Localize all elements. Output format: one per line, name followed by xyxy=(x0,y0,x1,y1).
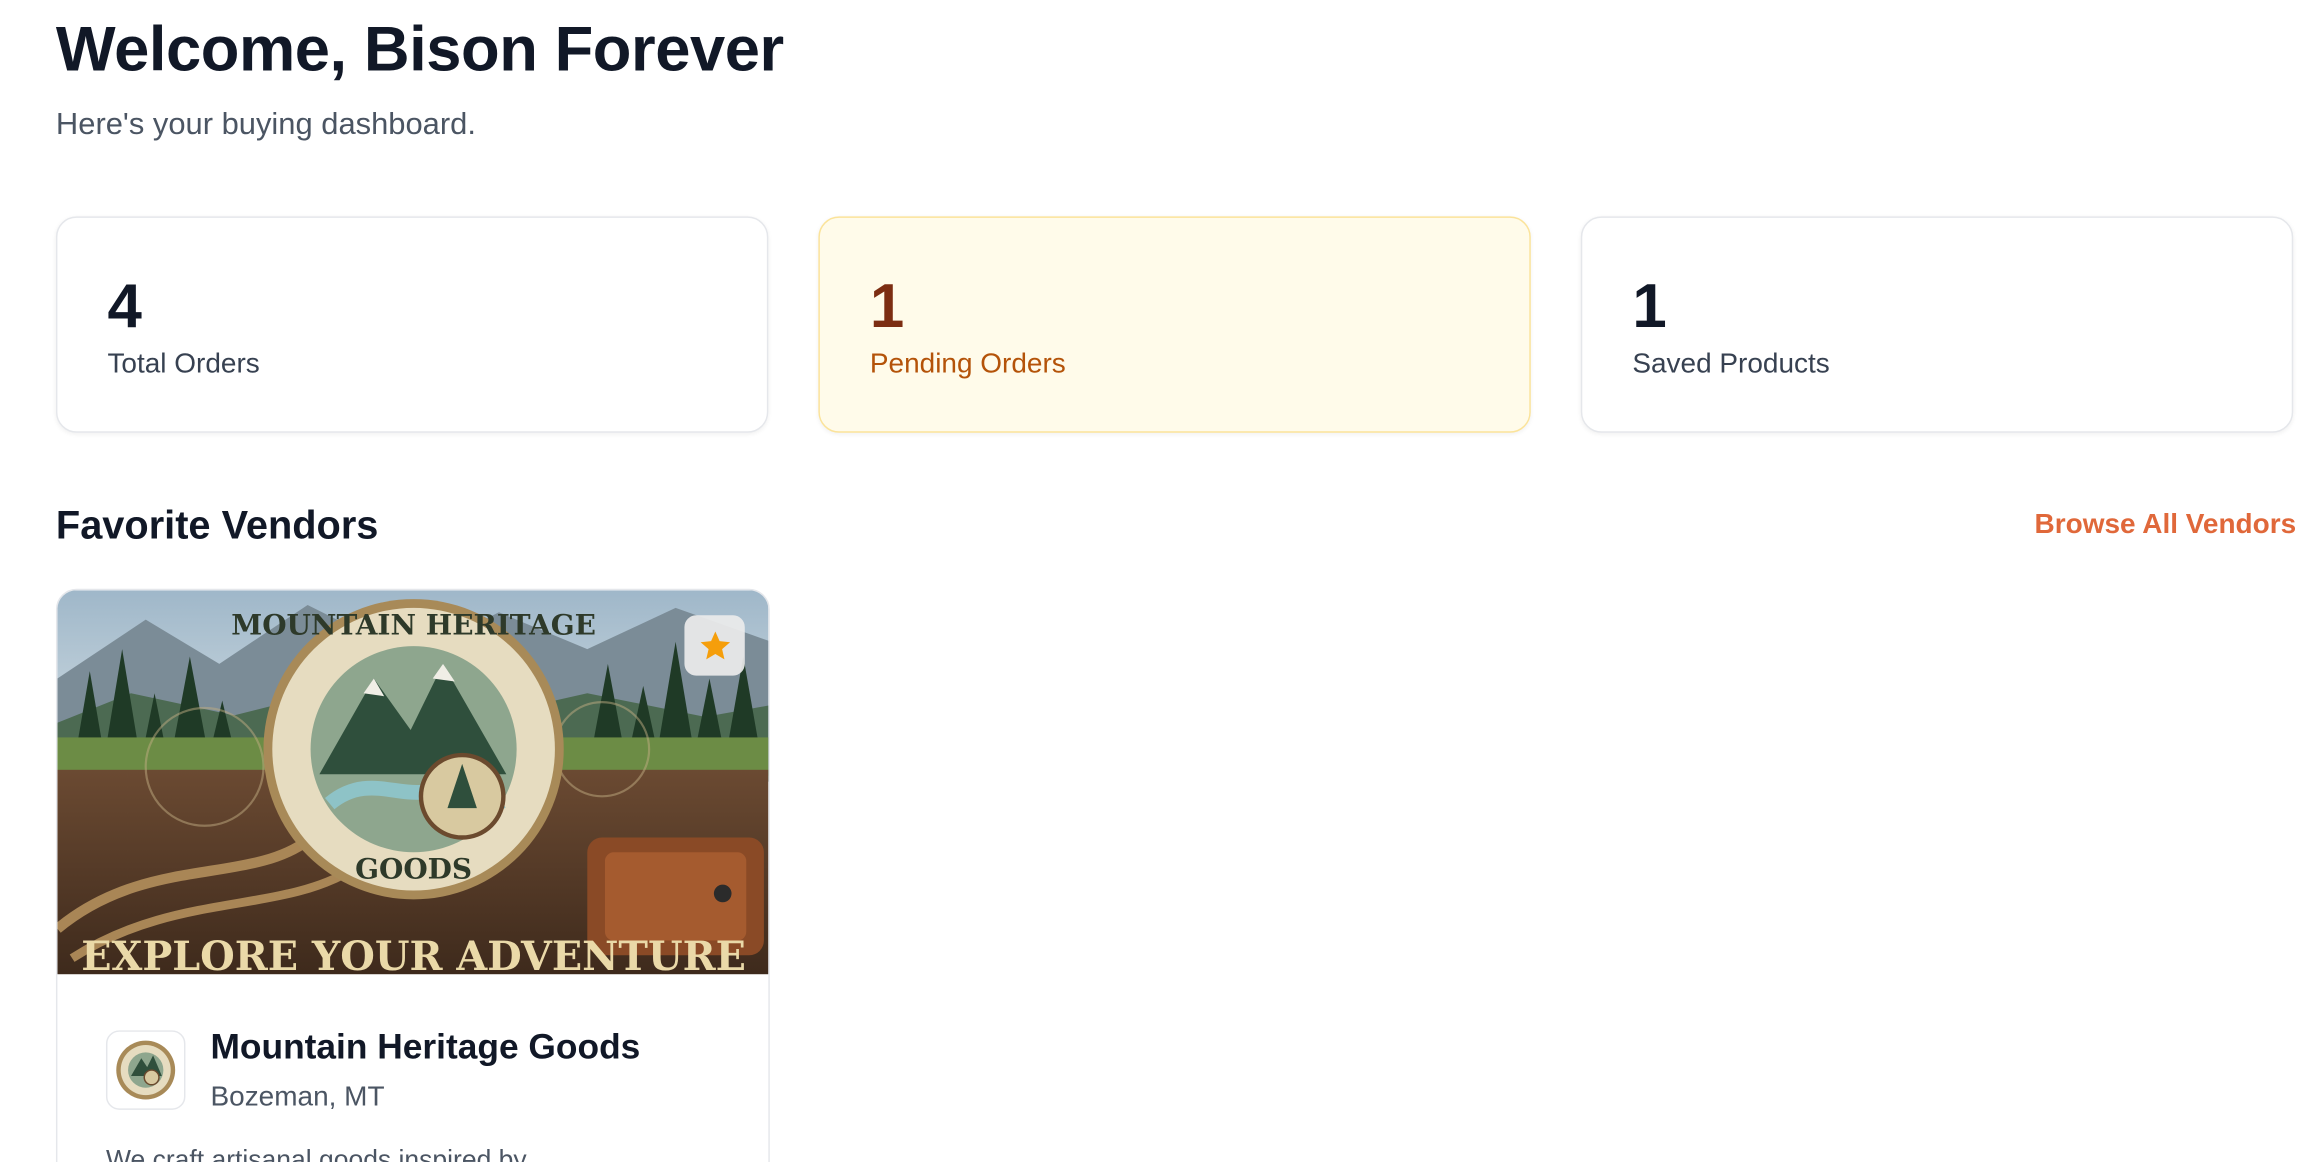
stat-card-saved-products: 1 Saved Products xyxy=(1580,216,2294,433)
banner-badge-bottom-text: GOODS xyxy=(355,853,472,886)
stat-label: Total Orders xyxy=(107,348,260,380)
vendor-card[interactable]: MOUNTAIN HERITAGE GOODS EXPLORE YOUR ADV… xyxy=(55,588,770,1162)
vendor-logo xyxy=(105,1030,186,1110)
vendor-description: We craft artisanal goods inspired by xyxy=(105,1145,527,1162)
vendor-card-body: Mountain Heritage Goods Bozeman, MT We c… xyxy=(57,974,768,1162)
vendor-name: Mountain Heritage Goods xyxy=(210,1027,641,1068)
browse-all-vendors-link[interactable]: Browse All Vendors xyxy=(2035,509,2297,541)
stat-label: Pending Orders xyxy=(869,348,1066,380)
stat-label: Saved Products xyxy=(1632,348,1830,380)
banner-badge-top-text: MOUNTAIN HERITAGE xyxy=(231,608,596,641)
section-title-favorite-vendors: Favorite Vendors xyxy=(55,503,379,548)
stat-value: 1 xyxy=(1632,270,1667,341)
favorite-toggle-button[interactable] xyxy=(684,615,745,676)
page-subtitle: Here's your buying dashboard. xyxy=(55,107,476,142)
page-title: Welcome, Bison Forever xyxy=(55,14,784,86)
banner-tagline: EXPLORE YOUR ADVENTURE xyxy=(81,934,746,974)
vendor-banner: MOUNTAIN HERITAGE GOODS EXPLORE YOUR ADV… xyxy=(57,590,769,975)
star-icon xyxy=(699,630,730,659)
vendor-location: Bozeman, MT xyxy=(210,1081,385,1113)
vendor-banner-image: MOUNTAIN HERITAGE GOODS EXPLORE YOUR ADV… xyxy=(57,590,769,975)
stat-value: 4 xyxy=(107,270,142,341)
stat-value: 1 xyxy=(869,270,905,341)
stat-card-total-orders: 4 Total Orders xyxy=(55,216,769,433)
dashboard-page: Welcome, Bison Forever Here's your buyin… xyxy=(0,0,2308,1162)
stat-card-pending-orders: 1 Pending Orders xyxy=(818,216,1531,433)
vendor-logo-image xyxy=(116,1040,176,1100)
